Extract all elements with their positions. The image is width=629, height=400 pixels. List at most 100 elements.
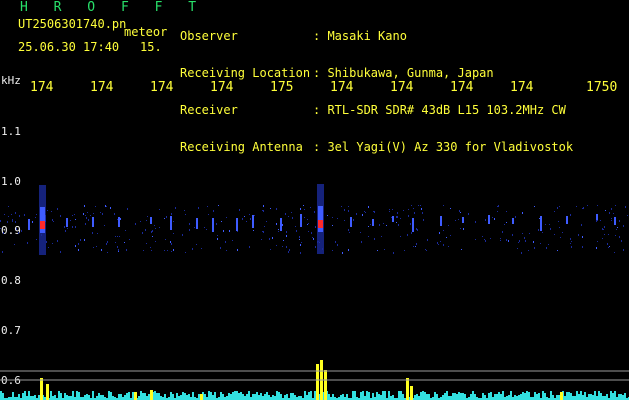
noise-floor-bar: [98, 393, 100, 400]
noise-floor-bar: [24, 391, 26, 400]
noise-floor-bar: [12, 392, 14, 400]
noise-floor-bar: [592, 395, 594, 400]
noise-pixel: [533, 241, 534, 243]
noise-pixel: [36, 239, 37, 240]
noise-floor-bar: [240, 392, 242, 400]
noise-pixel: [115, 242, 116, 243]
noise-floor-bar: [514, 395, 516, 400]
noise-pixel: [506, 222, 507, 223]
noise-pixel: [408, 215, 409, 217]
noise-pixel: [106, 243, 107, 245]
noise-floor-bar: [292, 393, 294, 400]
spectrogram-plot: [0, 184, 629, 400]
noise-pixel: [167, 250, 168, 251]
noise-pixel: [105, 205, 106, 207]
noise-pixel: [348, 249, 349, 251]
noise-pixel: [36, 214, 37, 215]
noise-pixel: [411, 232, 412, 234]
noise-pixel: [576, 206, 577, 207]
noise-pixel: [288, 216, 289, 217]
noise-floor-bar: [456, 394, 458, 400]
noise-floor-bar: [568, 392, 570, 400]
noise-floor-bar: [342, 394, 344, 400]
noise-pixel: [603, 229, 604, 230]
noise-pixel: [155, 228, 156, 229]
noise-pixel: [57, 208, 58, 210]
noise-pixel: [159, 209, 160, 210]
noise-pixel: [391, 217, 392, 218]
noise-floor-bar: [154, 391, 156, 400]
noise-pixel: [307, 219, 308, 220]
noise-pixel: [301, 242, 302, 243]
noise-pixel: [173, 249, 174, 251]
noise-floor-bar: [598, 391, 600, 400]
noise-floor-bar: [624, 393, 626, 400]
noise-floor-bar: [212, 395, 214, 400]
noise-pixel: [185, 252, 186, 253]
noise-floor-bar: [208, 391, 210, 400]
noise-pixel: [393, 252, 394, 254]
noise-floor-bar: [528, 392, 530, 400]
noise-pixel: [534, 206, 535, 207]
noise-pixel: [313, 238, 314, 240]
noise-pixel: [437, 242, 438, 244]
noise-floor-bar: [18, 394, 20, 400]
noise-floor-bar: [378, 394, 380, 400]
noise-pixel: [2, 251, 3, 253]
noise-pixel: [75, 219, 76, 220]
noise-pixel: [348, 210, 349, 212]
noise-floor-bar: [310, 391, 312, 400]
noise-pixel: [217, 238, 218, 240]
noise-pixel: [570, 238, 571, 240]
noise-pixel: [529, 233, 530, 234]
noise-floor-bar: [360, 392, 362, 400]
noise-floor-bar: [434, 392, 436, 400]
signal-streak: [488, 215, 490, 224]
noise-pixel: [83, 213, 84, 215]
noise-floor-bar: [398, 391, 400, 400]
noise-pixel: [545, 224, 546, 225]
noise-floor-bar: [118, 394, 120, 400]
noise-pixel: [170, 241, 171, 243]
noise-pixel: [508, 240, 509, 242]
noise-pixel: [607, 243, 608, 245]
noise-pixel: [171, 243, 172, 245]
noise-pixel: [362, 214, 363, 216]
noise-pixel: [315, 246, 316, 248]
noise-pixel: [213, 210, 214, 212]
signal-streak: [596, 214, 598, 220]
noise-pixel: [254, 215, 255, 216]
noise-pixel: [51, 211, 52, 212]
noise-pixel: [299, 236, 300, 238]
noise-pixel: [300, 208, 301, 210]
noise-pixel: [368, 206, 369, 208]
noise-floor-bar: [102, 395, 104, 400]
noise-pixel: [518, 242, 519, 243]
noise-floor-bar: [146, 396, 148, 400]
noise-pixel: [604, 234, 605, 235]
noise-pixel: [226, 250, 227, 251]
noise-pixel: [145, 229, 146, 231]
noise-pixel: [278, 229, 279, 230]
noise-pixel: [512, 234, 513, 236]
noise-floor-bar: [538, 393, 540, 400]
noise-floor-bar: [266, 392, 268, 400]
noise-pixel: [403, 210, 404, 211]
signal-streak: [462, 217, 464, 223]
noise-floor-bar: [368, 392, 370, 400]
noise-pixel: [93, 213, 94, 214]
noise-floor-bar: [242, 394, 244, 400]
signal-streak: [540, 216, 542, 231]
signal-streak: [300, 214, 302, 227]
noise-pixel: [617, 227, 618, 228]
noise-pixel: [117, 236, 118, 237]
noise-pixel: [349, 232, 350, 233]
noise-floor-bar: [502, 391, 504, 400]
noise-pixel: [184, 210, 185, 211]
noise-pixel: [450, 235, 451, 236]
noise-pixel: [107, 252, 108, 253]
noise-floor-bar: [30, 396, 32, 400]
noise-pixel: [524, 237, 525, 239]
noise-floor-bar: [280, 394, 282, 400]
noise-floor-bar: [442, 395, 444, 400]
